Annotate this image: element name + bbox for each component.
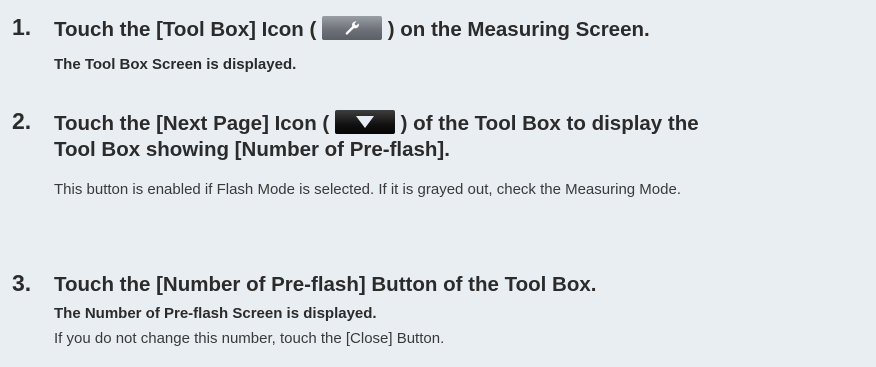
- toolbox-icon: [322, 16, 382, 40]
- step-result: The Number of Pre-flash Screen is displa…: [54, 305, 377, 322]
- step-title-text: Touch the [Tool Box] Icon (: [54, 18, 317, 41]
- step-title: Touch the [Tool Box] Icon ( ) on the Mea…: [54, 16, 854, 43]
- step-note: This button is enabled if Flash Mode is …: [54, 181, 681, 198]
- step-title-text-line2: Tool Box showing [Number of Pre-flash].: [54, 138, 450, 161]
- step-title-text: ) on the Measuring Screen.: [387, 18, 650, 41]
- next-page-icon: [334, 110, 395, 134]
- step-result: The Tool Box Screen is displayed.: [54, 56, 297, 73]
- step-title-text: ) of the Tool Box to display the: [400, 112, 699, 135]
- step-title: Touch the [Next Page] Icon ( ) of the To…: [54, 110, 854, 163]
- step-title: Touch the [Number of Pre-flash] Button o…: [54, 273, 597, 296]
- wrench-icon: [345, 21, 359, 35]
- step-number: 3.: [12, 270, 32, 296]
- step-number: 1.: [12, 14, 32, 40]
- step-note: If you do not change this number, touch …: [54, 330, 445, 347]
- down-triangle-icon: [355, 116, 374, 128]
- step-title-text: Touch the [Next Page] Icon (: [54, 112, 330, 135]
- step-number: 2.: [12, 108, 32, 134]
